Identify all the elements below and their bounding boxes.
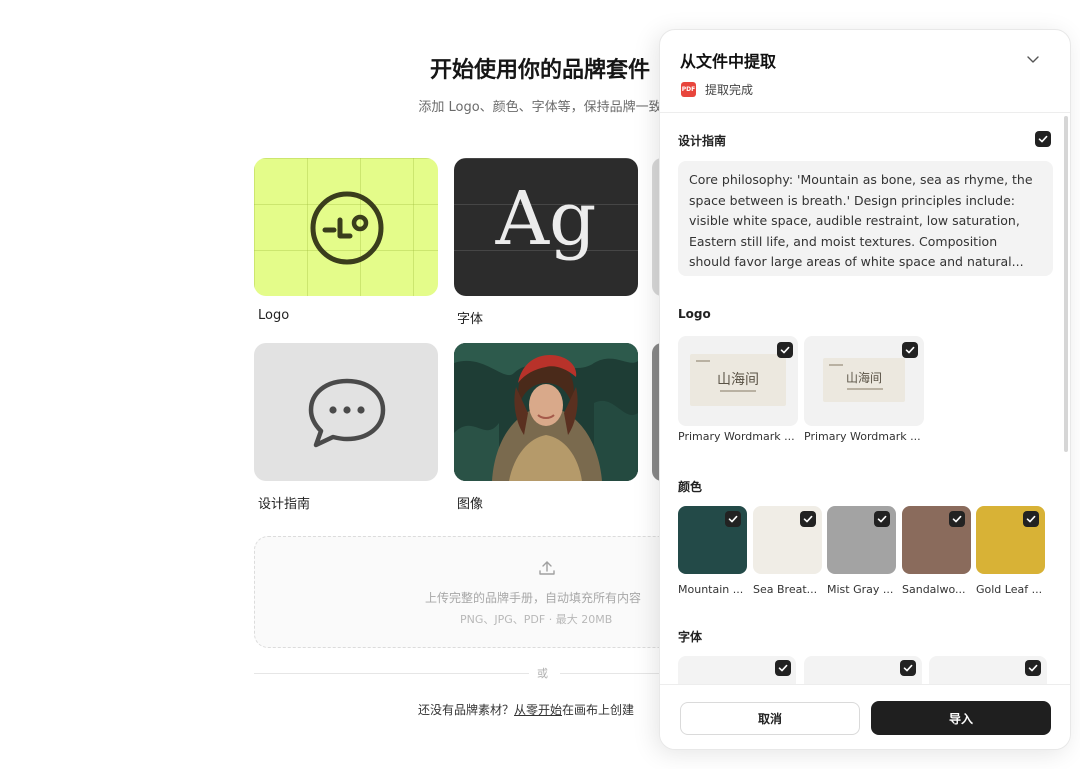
color-checkbox[interactable] bbox=[949, 511, 965, 527]
divider-right bbox=[560, 673, 660, 674]
logo-wordmark: 山海间 bbox=[845, 371, 882, 385]
brand-manual-upload-zone[interactable]: 上传完整的品牌手册，自动填充所有内容 PNG、JPG、PDF · 最大 20MB bbox=[254, 536, 714, 648]
panel-title: 从文件中提取 bbox=[680, 52, 777, 71]
check-icon bbox=[1026, 515, 1036, 523]
start-from-scratch-prefix: 还没有品牌素材？ bbox=[418, 703, 515, 717]
chevron-down-icon[interactable] bbox=[1026, 52, 1040, 66]
font-checkbox[interactable] bbox=[900, 660, 916, 676]
extraction-status: 提取完成 bbox=[705, 83, 754, 97]
check-icon bbox=[1038, 135, 1048, 143]
logo-mockup: 山海间 bbox=[690, 354, 786, 406]
logo-mockup: 山海间 bbox=[823, 358, 905, 402]
chat-bubble-icon bbox=[308, 378, 386, 448]
color-swatch-label: Sea Breat... bbox=[753, 583, 818, 596]
logo-checkbox[interactable] bbox=[902, 342, 918, 358]
logo-wordmark: 山海间 bbox=[717, 372, 759, 388]
pdf-file-icon: PDF bbox=[681, 82, 696, 97]
color-swatch-label: Mountain ... bbox=[678, 583, 744, 596]
check-icon bbox=[877, 515, 887, 523]
font-sample: Ag bbox=[495, 176, 597, 262]
check-icon bbox=[778, 664, 788, 672]
brand-logo-icon bbox=[310, 191, 384, 265]
mockup-line bbox=[696, 360, 710, 362]
color-checkbox[interactable] bbox=[1023, 511, 1039, 527]
check-icon bbox=[1028, 664, 1038, 672]
panel-footer: 取消 导入 bbox=[660, 684, 1070, 749]
check-icon bbox=[903, 664, 913, 672]
color-swatch-label: Gold Leaf ... bbox=[976, 583, 1043, 596]
upload-file-types: PNG、JPG、PDF · 最大 20MB bbox=[460, 613, 613, 626]
start-from-scratch-text: 还没有品牌素材？从零开始在画布上创建 bbox=[418, 701, 634, 718]
logo-card[interactable] bbox=[254, 158, 438, 296]
logo-card-label: Logo bbox=[258, 308, 290, 323]
check-icon bbox=[905, 346, 915, 354]
check-icon bbox=[952, 515, 962, 523]
design-guide-card[interactable] bbox=[254, 343, 438, 481]
mockup-line bbox=[720, 390, 756, 392]
design-guide-text: Core philosophy: 'Mountain as bone, sea … bbox=[678, 161, 1053, 276]
color-checkbox[interactable] bbox=[800, 511, 816, 527]
check-icon bbox=[728, 515, 738, 523]
logo-label: Primary Wordmark ... bbox=[678, 430, 795, 443]
logo-label: Primary Wordmark ... bbox=[804, 430, 921, 443]
logo-checkbox[interactable] bbox=[777, 342, 793, 358]
extract-from-file-panel: 从文件中提取 PDF 提取完成 设计指南 Core philosophy: 'M… bbox=[659, 29, 1071, 750]
check-icon bbox=[803, 515, 813, 523]
color-swatch-label: Sandalwo... bbox=[902, 583, 966, 596]
design-guide-card-label: 设计指南 bbox=[258, 497, 311, 512]
panel-scroll-area[interactable]: 设计指南 Core philosophy: 'Mountain as bone,… bbox=[660, 113, 1070, 684]
mockup-line bbox=[847, 388, 883, 390]
color-checkbox[interactable] bbox=[874, 511, 890, 527]
panel-scrollbar[interactable] bbox=[1064, 116, 1068, 452]
design-guide-checkbox[interactable] bbox=[1035, 131, 1051, 147]
start-from-scratch-suffix: 在画布上创建 bbox=[562, 703, 635, 717]
color-checkbox[interactable] bbox=[725, 511, 741, 527]
font-checkbox[interactable] bbox=[775, 660, 791, 676]
portrait-image bbox=[454, 343, 638, 481]
font-card-label: 字体 bbox=[457, 312, 484, 327]
check-icon bbox=[780, 346, 790, 354]
upload-icon bbox=[539, 561, 555, 575]
logo-section-title: Logo bbox=[678, 307, 711, 321]
color-swatch-label: Mist Gray ... bbox=[827, 583, 894, 596]
upload-instructions: 上传完整的品牌手册，自动填充所有内容 bbox=[425, 591, 642, 605]
import-button[interactable]: 导入 bbox=[871, 701, 1051, 735]
colors-section-title: 颜色 bbox=[678, 480, 703, 494]
font-checkbox[interactable] bbox=[1025, 660, 1041, 676]
fonts-section-title: 字体 bbox=[678, 630, 703, 644]
image-card-label: 图像 bbox=[457, 497, 484, 512]
divider-left bbox=[254, 673, 529, 674]
cancel-button[interactable]: 取消 bbox=[680, 702, 860, 735]
image-card[interactable] bbox=[454, 343, 638, 481]
font-card[interactable]: Ag bbox=[454, 158, 638, 296]
design-guide-section-title: 设计指南 bbox=[678, 134, 727, 148]
mockup-line bbox=[829, 364, 843, 366]
divider-or-text: 或 bbox=[537, 667, 548, 680]
start-from-scratch-link[interactable]: 从零开始 bbox=[514, 703, 562, 717]
